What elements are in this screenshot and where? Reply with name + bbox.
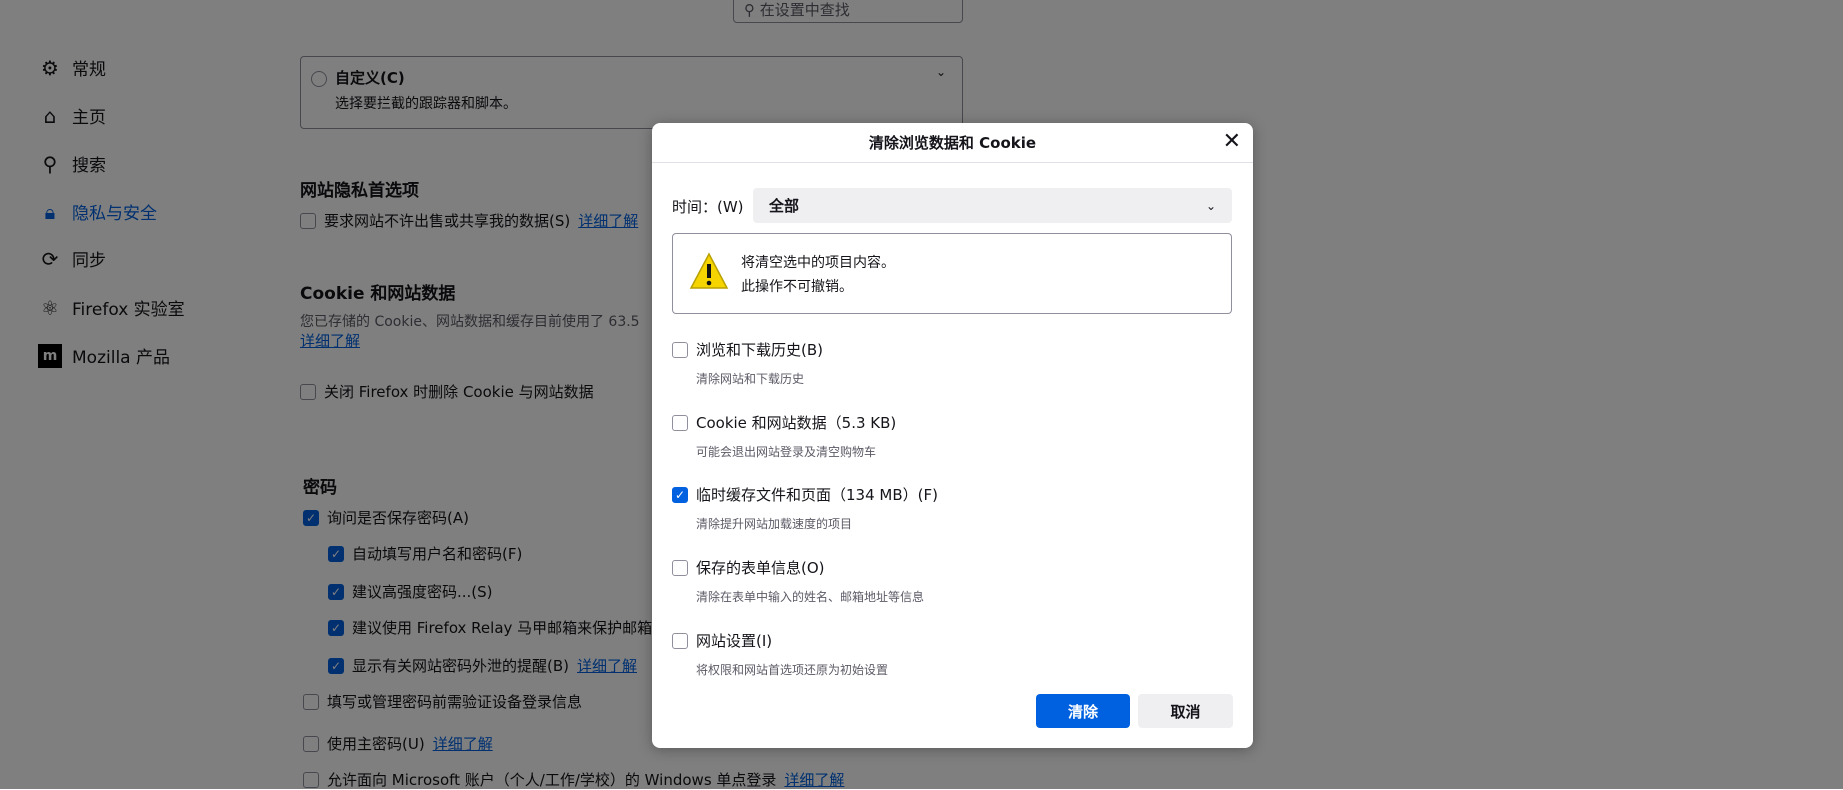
chevron-down-icon: ⌄	[1205, 198, 1216, 213]
close-icon[interactable]: ✕	[1223, 131, 1241, 153]
clear-item-history[interactable]: 浏览和下载历史(B) 清除网站和下载历史	[672, 339, 823, 387]
time-range-label: 时间：(W)	[672, 198, 744, 216]
warning-line-2: 此操作不可撤销。	[741, 279, 853, 295]
warning-line-1: 将清空选中的项目内容。	[741, 255, 895, 271]
cache-checkbox[interactable]: ✓	[672, 486, 688, 503]
site-settings-checkbox[interactable]	[672, 632, 688, 649]
clear-button[interactable]: 清除	[1036, 694, 1130, 728]
clear-item-site-settings[interactable]: 网站设置(I) 将权限和网站首选项还原为初始设置	[672, 630, 888, 678]
clear-data-dialog: 清除浏览数据和 Cookie ✕ 时间：(W) 全部 ⌄ 将清空选中的项目内容。 …	[652, 123, 1253, 748]
clear-item-cache[interactable]: ✓ 临时缓存文件和页面（134 MB）(F) 清除提升网站加载速度的项目	[672, 484, 938, 532]
time-range-select[interactable]: 全部 ⌄	[753, 188, 1232, 223]
clear-item-forms[interactable]: 保存的表单信息(O) 清除在表单中输入的姓名、邮箱地址等信息	[672, 557, 924, 605]
history-checkbox[interactable]	[672, 341, 688, 358]
cancel-button[interactable]: 取消	[1138, 694, 1233, 728]
warning-box: 将清空选中的项目内容。 此操作不可撤销。	[672, 233, 1232, 314]
warning-icon	[689, 252, 729, 289]
cookies-checkbox[interactable]	[672, 414, 688, 431]
clear-item-cookies[interactable]: Cookie 和网站数据（5.3 KB) 可能会退出网站登录及清空购物车	[672, 412, 896, 460]
dialog-title: 清除浏览数据和 Cookie	[652, 123, 1253, 163]
forms-checkbox[interactable]	[672, 559, 688, 576]
